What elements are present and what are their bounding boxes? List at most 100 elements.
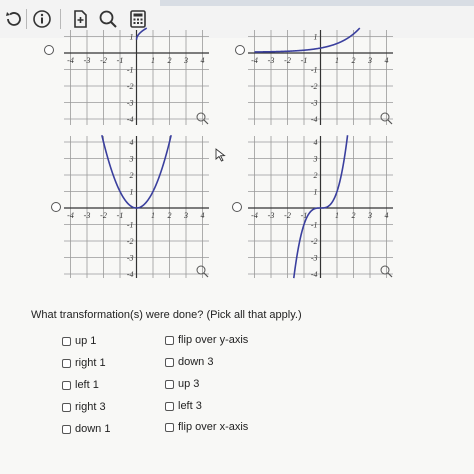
- x-tick-label: -2: [100, 211, 107, 220]
- x-tick-label: -3: [268, 211, 275, 220]
- x-tick-label: 1: [151, 211, 155, 220]
- option-checkbox[interactable]: [165, 357, 174, 367]
- y-tick-label: -3: [127, 99, 134, 108]
- option-label: flip over x-axis: [178, 421, 249, 433]
- y-tick-label: -2: [311, 82, 318, 91]
- option-up-3[interactable]: up 3: [165, 377, 199, 391]
- x-tick-label: -4: [251, 56, 258, 65]
- graph-d: -4 -3 -2 -1 1 2 3 4 4 3 2 1 -1 -2 -3 -4: [248, 135, 393, 279]
- x-tick-label: -2: [284, 56, 291, 65]
- graph-curve: [135, 27, 148, 40]
- x-tick-label: 1: [151, 56, 155, 65]
- x-tick-label: 2: [352, 56, 356, 65]
- graph-a: -4 -3 -2 -1 1 2 3 4 1 -1 -2 -3 -4: [64, 27, 209, 125]
- y-tick-label: -3: [311, 99, 318, 108]
- graph-d-svg: -4 -3 -2 -1 1 2 3 44321-1-2-3-4: [248, 135, 393, 279]
- header-stripe: [160, 0, 474, 6]
- x-tick-label: 4: [385, 211, 389, 220]
- y-tick-label: -4: [311, 115, 318, 124]
- x-tick-label: -2: [284, 211, 291, 220]
- y-tick-label: 1: [130, 188, 134, 197]
- x-tick-label: -4: [251, 211, 258, 220]
- y-tick-label: -1: [127, 66, 134, 75]
- x-tick-label: 4: [201, 56, 205, 65]
- x-tick-label: -1: [301, 56, 308, 65]
- option-right-3[interactable]: right 3: [62, 400, 106, 414]
- x-tick-label: -3: [268, 56, 275, 65]
- option-checkbox[interactable]: [62, 358, 71, 368]
- option-label: left 1: [75, 379, 99, 391]
- option-left-3[interactable]: left 3: [165, 399, 202, 413]
- graph-b-radio[interactable]: [235, 45, 245, 55]
- x-tick-label: -4: [67, 56, 74, 65]
- x-tick-label: 2: [352, 211, 356, 220]
- y-tick-label: -3: [311, 254, 318, 263]
- graph-a-svg: -4 -3 -2 -1 1 2 3 4 1 -1 -2 -3 -4: [64, 27, 209, 125]
- y-tick-label: 3: [313, 155, 318, 164]
- y-tick-label: -2: [311, 237, 318, 246]
- x-tick-label: -2: [100, 56, 107, 65]
- option-flip-over-x-axis[interactable]: flip over x-axis: [165, 420, 248, 434]
- y-tick-label: 2: [314, 171, 318, 180]
- toolbar-separator: [60, 9, 61, 29]
- y-tick-label: 1: [130, 33, 134, 42]
- x-tick-label: -4: [67, 211, 74, 220]
- option-down-3[interactable]: down 3: [165, 355, 213, 369]
- option-checkbox[interactable]: [165, 422, 174, 432]
- option-checkbox[interactable]: [165, 335, 174, 345]
- option-up-1[interactable]: up 1: [62, 334, 96, 348]
- calculator-icon[interactable]: [126, 7, 150, 31]
- option-right-1[interactable]: right 1: [62, 356, 106, 370]
- option-checkbox[interactable]: [62, 336, 71, 346]
- y-tick-label: 4: [130, 138, 134, 147]
- option-down-1[interactable]: down 1: [62, 422, 110, 436]
- y-tick-label: -2: [127, 82, 134, 91]
- graph-b: -4 -3 -2 -1 1 2 3 4 1 -1 -2 -3 -4: [248, 27, 393, 125]
- option-flip-over-y-axis[interactable]: flip over y-axis: [165, 333, 248, 347]
- option-checkbox[interactable]: [165, 379, 174, 389]
- x-tick-label: 4: [201, 211, 205, 220]
- option-checkbox[interactable]: [62, 402, 71, 412]
- x-tick-label: 1: [335, 211, 339, 220]
- info-icon[interactable]: [30, 7, 54, 31]
- option-left-1[interactable]: left 1: [62, 378, 99, 392]
- refresh-icon[interactable]: [2, 7, 26, 31]
- option-label: left 3: [178, 400, 202, 412]
- y-tick-label: -1: [311, 221, 318, 230]
- y-tick-label: -4: [127, 270, 134, 279]
- y-tick-label: -3: [127, 254, 134, 263]
- y-tick-label: -4: [311, 270, 318, 279]
- y-tick-label: 1: [314, 188, 318, 197]
- y-tick-label: -1: [127, 221, 134, 230]
- option-label: down 1: [75, 423, 111, 435]
- option-label: up 3: [178, 378, 200, 390]
- graph-c: -4 -3 -2 -1 1 2 3 4 4 3 2 1 -1 -2 -3 -4: [64, 135, 209, 279]
- graph-c-svg: -4 -3 -2 -1 1 2 3 4 4 3 2 1 -1 -2 -3 -4: [64, 135, 209, 279]
- option-label: up 1: [75, 335, 97, 347]
- mouse-cursor-icon: [215, 148, 227, 162]
- x-tick-label: 4: [385, 56, 389, 65]
- x-tick-label: 3: [367, 211, 372, 220]
- graph-c-radio[interactable]: [51, 202, 61, 212]
- option-checkbox[interactable]: [62, 424, 71, 434]
- y-tick-label: 1: [314, 33, 318, 42]
- y-tick-label: -4: [127, 115, 134, 124]
- graph-d-radio[interactable]: [232, 202, 242, 212]
- x-tick-label: 1: [335, 56, 339, 65]
- x-tick-label: -3: [84, 211, 91, 220]
- graph-b-svg: -4 -3 -2 -1 1 2 3 4 1 -1 -2 -3 -4: [248, 27, 393, 125]
- x-tick-label: 3: [367, 56, 372, 65]
- x-tick-label: 2: [168, 211, 172, 220]
- x-tick-label: -1: [117, 56, 124, 65]
- search-icon[interactable]: [96, 7, 120, 31]
- document-plus-icon[interactable]: [68, 7, 92, 31]
- graph-a-radio[interactable]: [44, 45, 54, 55]
- x-tick-label: -3: [84, 56, 91, 65]
- option-checkbox[interactable]: [165, 401, 174, 411]
- x-tick-label: 3: [183, 211, 188, 220]
- option-label: down 3: [178, 356, 214, 368]
- option-label: right 3: [75, 401, 106, 413]
- option-checkbox[interactable]: [62, 380, 71, 390]
- x-tick-label: 3: [183, 56, 188, 65]
- x-tick-label: -1: [117, 211, 124, 220]
